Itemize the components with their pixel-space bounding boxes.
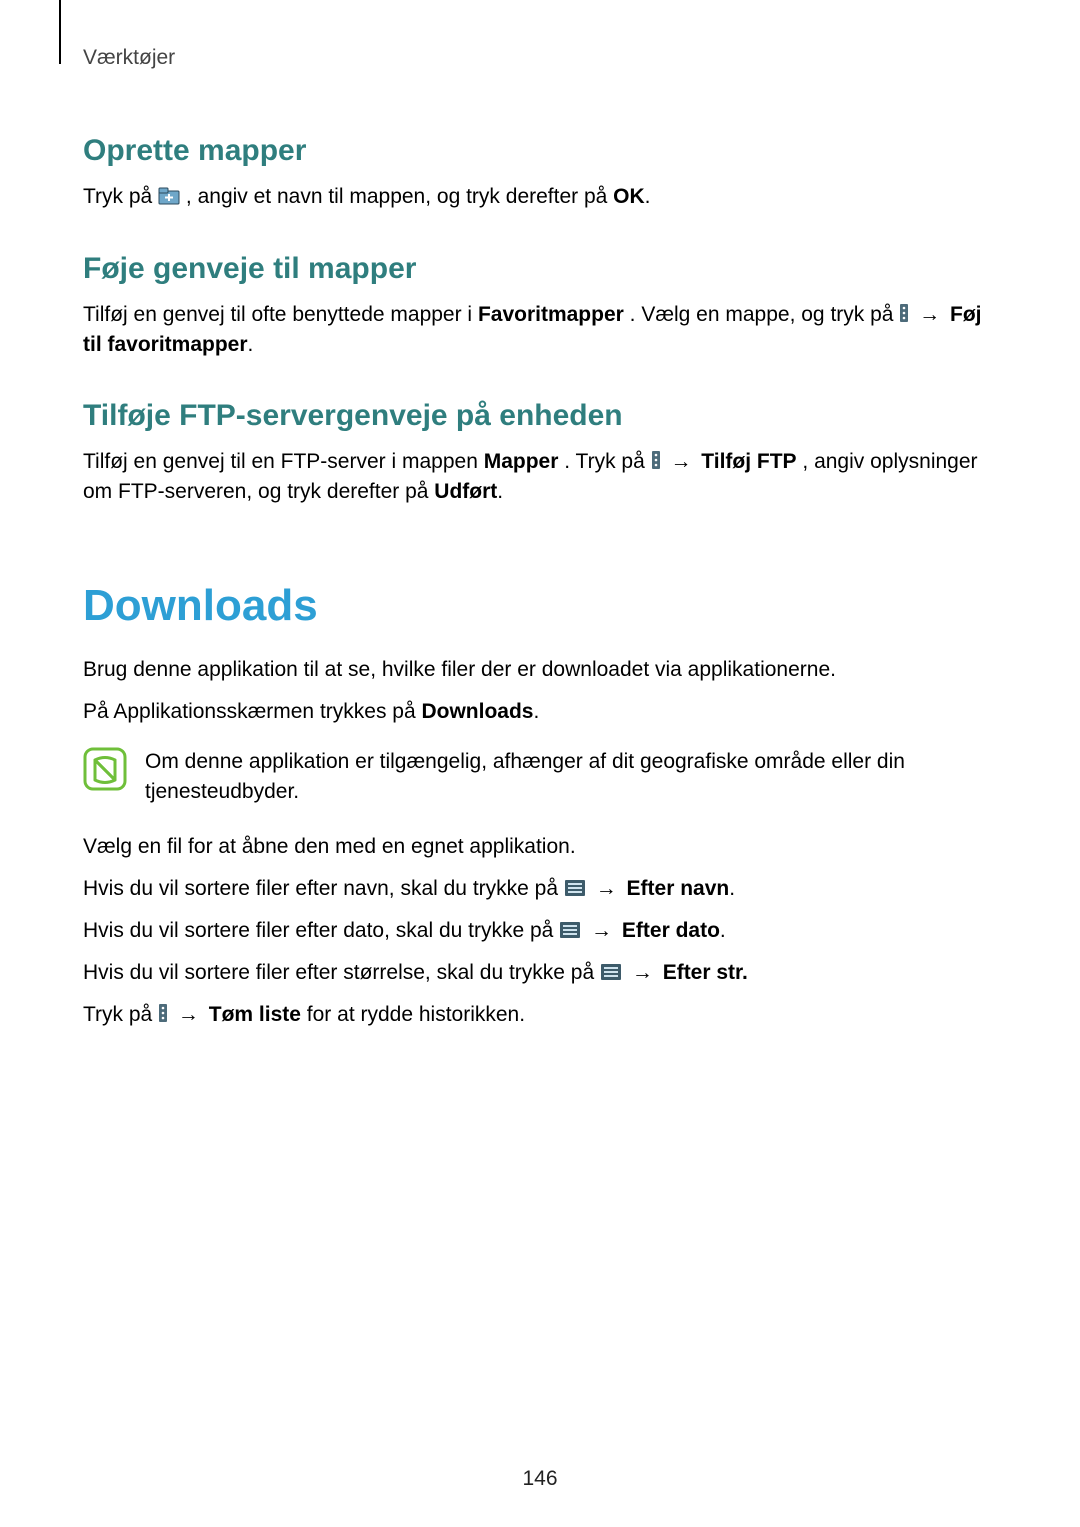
label-by-size: Efter str. [663, 961, 748, 984]
paragraph-open-file: Vælg en fil for at åbne den med en egnet… [83, 832, 1002, 862]
note-availability: Om denne applikation er tilgængelig, afh… [83, 747, 1002, 807]
heading-add-shortcuts: Føje genveje til mapper [83, 252, 1002, 286]
paragraph-downloads-intro: Brug denne applikation til at se, hvilke… [83, 655, 1002, 685]
new-folder-icon [158, 187, 180, 205]
label-favoritmapper: Favoritmapper [478, 303, 624, 326]
text: . [497, 480, 503, 503]
paragraph-clear-list: Tryk på → Tøm liste for at rydde histori… [83, 1000, 1002, 1030]
paragraph-sort-name: Hvis du vil sortere filer efter navn, sk… [83, 874, 1002, 904]
page-number: 146 [0, 1467, 1080, 1491]
paragraph-open-downloads: På Applikationsskærmen trykkes på Downlo… [83, 697, 1002, 727]
text: Hvis du vil sortere filer efter dato, sk… [83, 919, 559, 942]
arrow-icon: → [628, 958, 657, 988]
sort-icon [600, 963, 622, 981]
text: Tilføj en genvej til ofte benyttede mapp… [83, 303, 478, 326]
paragraph-ftp-shortcuts: Tilføj en genvej til en FTP-server i map… [83, 447, 1002, 507]
text: . [720, 919, 726, 942]
menu-dots-icon [651, 450, 661, 470]
label-mapper: Mapper [484, 450, 559, 473]
breadcrumb: Værktøjer [83, 46, 1002, 70]
text: . [534, 700, 540, 723]
manual-page: Værktøjer Oprette mapper Tryk på , angiv… [0, 0, 1080, 1527]
arrow-icon: → [915, 300, 944, 330]
text: Tilføj en genvej til en FTP-server i map… [83, 450, 484, 473]
label-downloads: Downloads [421, 700, 533, 723]
text: . [645, 185, 651, 208]
menu-dots-icon [158, 1003, 168, 1023]
text: Hvis du vil sortere filer efter navn, sk… [83, 877, 564, 900]
heading-ftp-shortcuts: Tilføje FTP-servergenveje på enheden [83, 399, 1002, 433]
text: Hvis du vil sortere filer efter størrels… [83, 961, 600, 984]
text: . Tryk på [564, 450, 650, 473]
arrow-icon: → [592, 874, 621, 904]
label-ok: OK [613, 185, 645, 208]
label-done: Udført [434, 480, 497, 503]
text: Tryk på [83, 1003, 158, 1026]
label-by-name: Efter navn [627, 877, 730, 900]
note-icon [83, 747, 127, 791]
heading-create-folders: Oprette mapper [83, 134, 1002, 168]
heading-downloads: Downloads [83, 581, 1002, 631]
paragraph-sort-size: Hvis du vil sortere filer efter størrels… [83, 958, 1002, 988]
note-text: Om denne applikation er tilgængelig, afh… [145, 747, 1002, 807]
text: . Vælg en mappe, og tryk på [630, 303, 900, 326]
header-rule [59, 0, 61, 64]
arrow-icon: → [666, 447, 695, 477]
sort-icon [559, 921, 581, 939]
text: . [729, 877, 735, 900]
label-clear-list: Tøm liste [209, 1003, 301, 1026]
menu-dots-icon [899, 303, 909, 323]
arrow-icon: → [587, 916, 616, 946]
text: Tryk på [83, 185, 158, 208]
text: for at rydde historikken. [307, 1003, 525, 1026]
paragraph-sort-date: Hvis du vil sortere filer efter dato, sk… [83, 916, 1002, 946]
label-by-date: Efter dato [622, 919, 720, 942]
text: , angiv et navn til mappen, og tryk dere… [186, 185, 613, 208]
text: På Applikationsskærmen trykkes på [83, 700, 421, 723]
text: . [248, 333, 254, 356]
paragraph-create-folders: Tryk på , angiv et navn til mappen, og t… [83, 182, 1002, 212]
paragraph-add-shortcuts: Tilføj en genvej til ofte benyttede mapp… [83, 300, 1002, 360]
label-add-ftp: Tilføj FTP [701, 450, 796, 473]
sort-icon [564, 879, 586, 897]
arrow-icon: → [174, 1000, 203, 1030]
